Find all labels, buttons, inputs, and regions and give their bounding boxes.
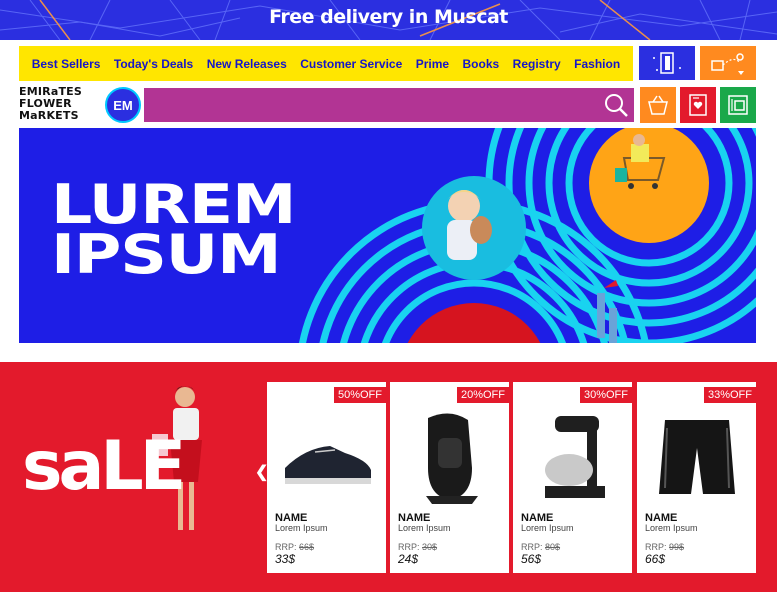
nav-todays-deals[interactable]: Today's Deals [114,57,193,71]
discount-badge: 20%OFF [456,387,509,403]
nav-customer-service[interactable]: Customer Service [300,57,402,71]
hero-title-line-2: IPSUM [51,223,282,286]
product-desc: Lorem Ipsum [521,523,574,533]
search-button[interactable] [598,88,634,122]
logo-line-3: MaRKETS [19,109,79,122]
hero-title: LUREM IPSUM [51,178,296,286]
shoe-icon [285,446,371,484]
rrp-label: RRP: [275,542,300,552]
product-rrp: RRP: 99$ [645,542,684,552]
nav-prime[interactable]: Prime [416,57,449,71]
product-card[interactable]: 33%OFF NAME Lorem Ipsum RRP: 99$ 66$ [637,382,756,573]
product-card[interactable]: 20%OFF NAME Lorem Ipsum RRP: 30$ 24$ [390,382,509,573]
door-tile[interactable] [639,46,695,80]
nav-registry[interactable]: Registry [513,57,561,71]
voucher-icon [728,95,748,115]
gift-card-icon [689,94,707,116]
voucher-tile[interactable] [720,87,756,123]
rrp-label: RRP: [521,542,546,552]
product-desc: Lorem Ipsum [398,523,451,533]
shorts-icon [659,420,735,494]
discount-badge: 50%OFF [333,387,386,403]
search-bar [144,88,634,122]
rrp-value: 66$ [299,542,315,552]
nav-new-releases[interactable]: New Releases [207,57,287,71]
delivery-banner: Free delivery in Muscat [0,0,777,40]
rrp-value: 80$ [545,542,561,552]
sale-title: saLE [22,427,186,506]
product-card[interactable]: 50%OFF NAME Lorem Ipsum RRP: 66$ 33$ [267,382,386,573]
basket-tile[interactable] [640,87,676,123]
car-seat-icon [426,413,478,504]
map-delivery-icon [711,53,744,75]
product-desc: Lorem Ipsum [645,523,698,533]
nav-best-sellers[interactable]: Best Sellers [32,57,101,71]
product-desc: Lorem Ipsum [275,523,328,533]
delivery-text: Free delivery in Muscat [269,6,508,28]
rrp-label: RRP: [398,542,423,552]
basket-icon [648,95,668,115]
product-rrp: RRP: 30$ [398,542,437,552]
rrp-value: 30$ [422,542,438,552]
product-card[interactable]: 30%OFF NAME Lorem Ipsum RRP: 80$ 56$ [513,382,632,573]
nav-books[interactable]: Books [463,57,500,71]
logo-wordmark: EMIRaTES FLOWER MaRKETS [19,86,103,122]
product-price: 33$ [275,552,296,566]
gift-card-tile[interactable] [680,87,716,123]
rrp-label: RRP: [645,542,670,552]
sale-section: saLE ❮ 50%OFF NAME Lorem Ipsum RRP: 66$ … [0,362,777,592]
search-input[interactable] [144,88,598,122]
product-price: 24$ [398,552,419,566]
product-rrp: RRP: 80$ [521,542,560,552]
discount-badge: 33%OFF [703,387,756,403]
product-price: 66$ [645,552,666,566]
discount-badge: 30%OFF [579,387,632,403]
search-icon [605,94,628,117]
mixer-icon [545,416,605,498]
rrp-value: 99$ [669,542,685,552]
product-rrp: RRP: 66$ [275,542,314,552]
hero-banner[interactable]: LUREM IPSUM [19,128,756,343]
door-icon [653,52,681,74]
product-price: 56$ [521,552,542,566]
logo-emblem: EM [105,87,141,123]
brand-logo[interactable]: EMIRaTES FLOWER MaRKETS EM [19,86,141,126]
map-delivery-tile[interactable] [700,46,756,80]
nav-fashion[interactable]: Fashion [574,57,620,71]
category-nav: Best Sellers Today's Deals New Releases … [19,46,633,81]
